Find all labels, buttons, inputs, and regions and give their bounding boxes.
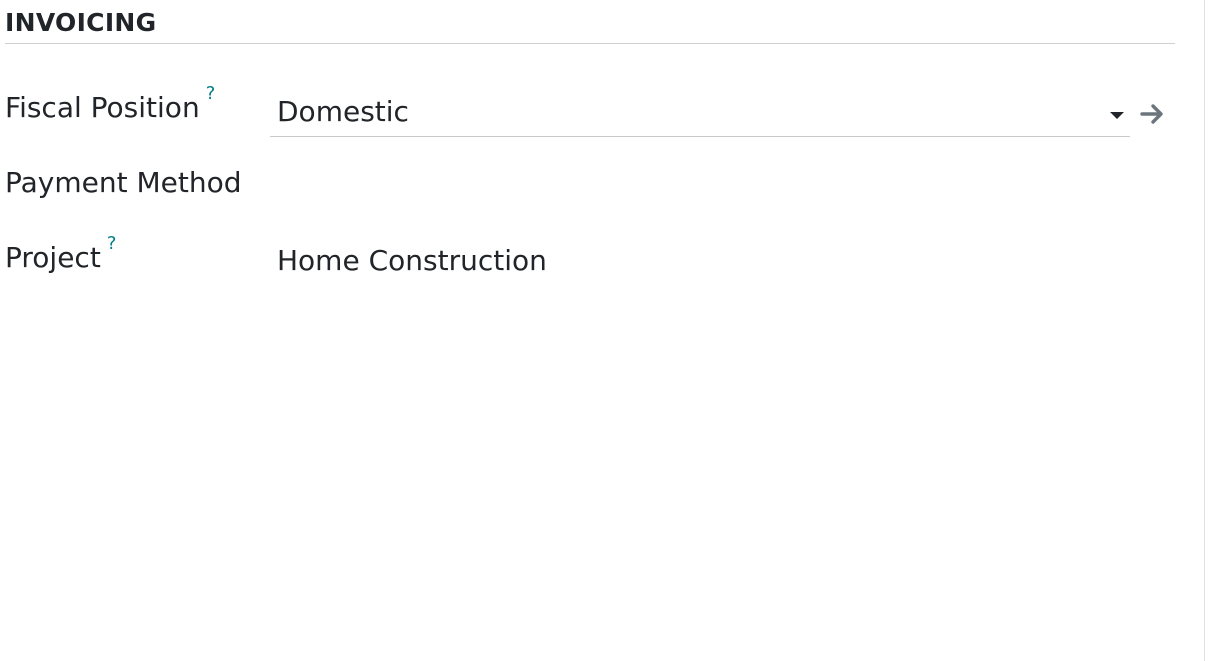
fiscal-position-value: Domestic (277, 95, 409, 128)
fiscal-position-select[interactable]: Domestic (270, 92, 1130, 137)
form-page: INVOICING Fiscal Position? Domestic Paym… (0, 0, 1222, 661)
form-content: INVOICING Fiscal Position? Domestic Paym… (0, 0, 1204, 661)
project-label: Project? (5, 235, 116, 275)
arrow-right-icon[interactable] (1139, 100, 1167, 128)
payment-method-label-text: Payment Method (5, 166, 242, 199)
caret-down-icon[interactable] (1110, 112, 1124, 119)
project-help-icon[interactable]: ? (107, 235, 117, 253)
section-title: INVOICING (5, 8, 157, 37)
payment-method-label: Payment Method (5, 166, 242, 200)
section-divider (5, 43, 1175, 44)
fiscal-position-label: Fiscal Position? (5, 85, 215, 125)
vertical-scrollbar[interactable] (1204, 0, 1222, 661)
fiscal-position-help-icon[interactable]: ? (206, 85, 216, 103)
project-value[interactable]: Home Construction (277, 244, 547, 278)
fiscal-position-label-text: Fiscal Position (5, 91, 200, 124)
project-label-text: Project (5, 241, 101, 274)
